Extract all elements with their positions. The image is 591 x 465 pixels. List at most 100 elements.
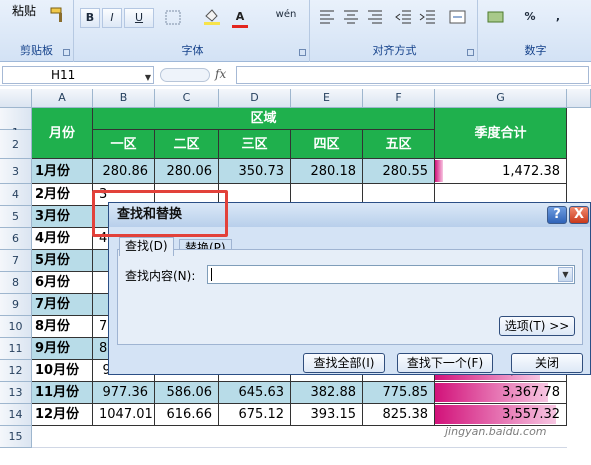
italic-button[interactable]: I <box>102 8 122 28</box>
merge-center-icon[interactable] <box>448 8 468 26</box>
increase-indent-icon[interactable] <box>418 8 438 26</box>
value-cell[interactable]: 280.55 <box>363 159 435 184</box>
underline-button[interactable]: U <box>124 8 154 28</box>
options-button[interactable]: 选项(T) >> <box>499 316 575 336</box>
row-header[interactable]: 7 <box>0 250 32 272</box>
region-subheader[interactable]: 三区 <box>219 130 291 159</box>
value-cell[interactable]: 280.18 <box>291 159 363 184</box>
column-header[interactable]: A <box>32 89 93 108</box>
chevron-down-icon[interactable]: ▼ <box>558 267 573 282</box>
column-header[interactable]: E <box>291 89 363 108</box>
row-header[interactable]: 11 <box>0 338 32 360</box>
month-cell[interactable]: 4月份 <box>32 228 93 250</box>
value-cell[interactable]: 675.12 <box>219 404 291 426</box>
value-cell[interactable]: 280.86 <box>93 159 155 184</box>
month-cell[interactable]: 9月份 <box>32 338 93 360</box>
row-header[interactable]: 15 <box>0 426 32 448</box>
close-icon[interactable]: X <box>569 206 589 224</box>
value-cell[interactable]: 1047.01 <box>93 404 155 426</box>
region-header[interactable]: 区域 <box>93 108 435 130</box>
row-header[interactable]: 5 <box>0 206 32 228</box>
value-cell[interactable]: 977.36 <box>93 382 155 404</box>
column-header[interactable]: B <box>93 89 155 108</box>
row-header[interactable]: 2 <box>0 130 32 159</box>
formula-bar: H11 ▼ fx <box>0 64 591 86</box>
region-subheader[interactable]: 一区 <box>93 130 155 159</box>
paste-button[interactable]: 粘贴 <box>12 2 36 19</box>
month-cell[interactable]: 7月份 <box>32 294 93 316</box>
column-header[interactable]: D <box>219 89 291 108</box>
format-painter-icon[interactable] <box>48 6 68 24</box>
month-cell[interactable]: 6月份 <box>32 272 93 294</box>
phonetic-button[interactable]: wén <box>272 6 300 26</box>
month-cell[interactable]: 2月份 <box>32 184 93 206</box>
value-cell[interactable]: 586.06 <box>155 382 219 404</box>
align-center-icon[interactable] <box>342 8 362 26</box>
currency-icon[interactable] <box>486 8 506 26</box>
row-header[interactable]: 4 <box>0 184 32 206</box>
month-cell[interactable]: 11月份 <box>32 382 93 404</box>
close-button[interactable]: 关闭 <box>511 353 583 373</box>
value-cell[interactable]: 393.15 <box>291 404 363 426</box>
select-all-corner[interactable] <box>0 89 32 108</box>
percent-button[interactable]: % <box>522 8 538 28</box>
month-cell[interactable]: 1月份 <box>32 159 93 184</box>
tab-find[interactable]: 查找(D) <box>119 237 174 256</box>
alignment-launcher-icon[interactable] <box>467 49 474 56</box>
number-group-label: 数字 <box>524 44 547 57</box>
align-left-icon[interactable] <box>318 8 338 26</box>
month-cell[interactable]: 12月份 <box>32 404 93 426</box>
find-all-button[interactable]: 查找全部(I) <box>303 353 385 373</box>
insert-function-icon[interactable]: fx <box>215 67 226 81</box>
column-header[interactable]: G <box>435 89 567 108</box>
row-header[interactable]: 6 <box>0 228 32 250</box>
month-header[interactable]: 月份 <box>32 108 93 159</box>
value-cell[interactable]: 350.73 <box>219 159 291 184</box>
value-cell[interactable]: 382.88 <box>291 382 363 404</box>
formula-divider-handle[interactable] <box>160 68 210 82</box>
ribbon: 粘贴 剪贴板 B I U A wén 字体 对齐方式 % , 数字 <box>0 0 591 62</box>
bold-button[interactable]: B <box>80 8 100 28</box>
month-cell[interactable]: 8月份 <box>32 316 93 338</box>
clipboard-launcher-icon[interactable] <box>63 49 70 56</box>
total-cell[interactable]: 1,472.38 <box>435 159 567 184</box>
region-subheader[interactable]: 五区 <box>363 130 435 159</box>
border-icon[interactable] <box>164 9 184 27</box>
find-what-input[interactable]: ▼ <box>207 265 575 284</box>
row-header[interactable]: 14 <box>0 404 32 426</box>
decrease-indent-icon[interactable] <box>394 8 414 26</box>
find-next-button[interactable]: 查找下一个(F) <box>397 353 493 373</box>
region-subheader[interactable]: 四区 <box>291 130 363 159</box>
column-header[interactable]: C <box>155 89 219 108</box>
row-header[interactable]: 8 <box>0 272 32 294</box>
value-cell[interactable]: 775.85 <box>363 382 435 404</box>
name-box-value: H11 <box>51 68 76 82</box>
row-header[interactable]: 10 <box>0 316 32 338</box>
row-header[interactable]: 1 <box>0 108 32 139</box>
value-cell[interactable]: 616.66 <box>155 404 219 426</box>
formula-input[interactable] <box>236 66 589 84</box>
value-cell[interactable]: 825.38 <box>363 404 435 426</box>
help-icon[interactable]: ? <box>547 206 567 224</box>
total-cell[interactable]: 3,557.32 <box>435 404 567 426</box>
column-header[interactable]: F <box>363 89 435 108</box>
row-header[interactable]: 13 <box>0 382 32 404</box>
value-cell[interactable]: 280.06 <box>155 159 219 184</box>
chevron-down-icon[interactable]: ▼ <box>145 70 151 86</box>
row-header[interactable]: 12 <box>0 360 32 382</box>
font-launcher-icon[interactable] <box>299 49 306 56</box>
row-header[interactable]: 9 <box>0 294 32 316</box>
row-header[interactable]: 3 <box>0 159 32 184</box>
align-right-icon[interactable] <box>366 8 386 26</box>
month-cell[interactable]: 5月份 <box>32 250 93 272</box>
month-cell[interactable]: 3月份 <box>32 206 93 228</box>
region-subheader[interactable]: 二区 <box>155 130 219 159</box>
find-what-label: 查找内容(N): <box>125 269 196 283</box>
name-box[interactable]: H11 ▼ <box>2 66 154 84</box>
comma-button[interactable]: , <box>550 8 566 28</box>
fill-color-icon[interactable] <box>202 8 222 26</box>
total-cell[interactable]: 3,367.78 <box>435 382 567 404</box>
value-cell[interactable]: 645.63 <box>219 382 291 404</box>
month-cell[interactable]: 10月份 <box>32 360 93 382</box>
total-header[interactable]: 季度合计 <box>435 108 567 159</box>
